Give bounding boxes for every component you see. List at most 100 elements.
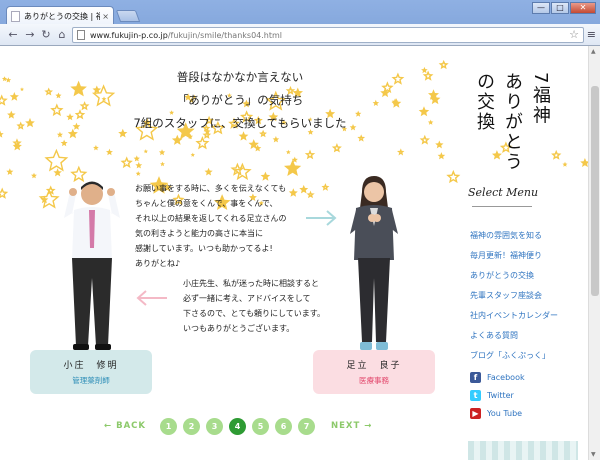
star-shape	[306, 190, 315, 199]
star-shape	[74, 109, 86, 120]
star-shape	[391, 98, 399, 105]
facebook-icon: f	[470, 371, 481, 383]
star-shape	[56, 131, 63, 138]
star-shape	[70, 80, 87, 97]
bookmark-star-icon[interactable]: ☆	[569, 28, 579, 42]
intro-line: 普段はなかなか言えない	[176, 70, 304, 84]
page-button[interactable]: 2	[182, 417, 200, 435]
star-shape	[50, 103, 64, 117]
star-shape	[25, 117, 35, 128]
forward-arrow-icon[interactable]: →	[23, 28, 37, 42]
star-shape	[391, 98, 402, 108]
star-shape	[143, 149, 148, 154]
facebook-link[interactable]: f Facebook	[470, 368, 525, 386]
staff-name: 小庄 修明	[63, 361, 119, 371]
pagination: ← BACK 1 2 3 4 5 6 7 NEXT →	[104, 416, 372, 436]
star-shape	[357, 134, 366, 142]
star-shape	[44, 87, 53, 96]
star-shape	[31, 172, 37, 179]
sidebar-item-events[interactable]: 社内イベントカレンダー	[470, 306, 558, 326]
title-line: 7福神	[530, 72, 551, 126]
star-shape	[66, 113, 74, 121]
star-shape	[7, 110, 16, 119]
star-shape	[133, 155, 140, 162]
star-shape	[435, 140, 444, 149]
browser-toolbar: ← → ↻ ⌂ www.fukujin-p.co.jp/fukujin/smil…	[0, 24, 600, 46]
minimize-button[interactable]: —	[532, 2, 550, 14]
youtube-icon: ▶	[470, 407, 481, 419]
scroll-thumb[interactable]	[591, 86, 599, 296]
star-shape	[0, 187, 9, 199]
message-line: いつもありがとうございます。	[183, 324, 295, 333]
star-shape	[427, 119, 434, 125]
star-shape	[1, 76, 8, 82]
star-shape	[437, 152, 446, 160]
star-shape	[418, 106, 430, 117]
star-shape	[419, 134, 430, 145]
star-shape	[53, 168, 62, 177]
scroll-down-icon[interactable]: ▼	[591, 451, 596, 458]
star-shape	[0, 130, 4, 138]
sidebar-item-newsletter[interactable]: 毎月更新！福神便り	[470, 246, 558, 266]
page-button-current[interactable]: 4	[228, 417, 246, 435]
star-shape	[40, 195, 49, 204]
maximize-button[interactable]: □	[551, 2, 569, 14]
browser-tab[interactable]: ありがとうの交換 | 福神調剤 ×	[6, 6, 114, 25]
star-shape	[372, 99, 380, 106]
twitter-link[interactable]: t Twitter	[470, 386, 525, 404]
new-tab-button[interactable]	[115, 10, 141, 22]
star-shape	[248, 139, 259, 149]
sidebar-item-roundtable[interactable]: 先輩スタッフ座談会	[470, 286, 558, 306]
star-shape	[12, 138, 22, 148]
back-arrow-icon[interactable]: ←	[6, 28, 20, 42]
message-line: 下さるので、とても頼りにしています。	[183, 309, 325, 318]
intro-text: 普段はなかなか言えない 「ありがとう」の気持ち 7組のスタッフに、交換してもらい…	[120, 66, 360, 135]
page-button[interactable]: 3	[205, 417, 223, 435]
star-shape	[92, 85, 102, 94]
intro-line: 「ありがとう」の気持ち	[176, 93, 304, 107]
page-button[interactable]: 1	[159, 417, 177, 435]
message-line: ちゃんと僕の意をくんで、事をくんで、	[135, 199, 278, 208]
browser-chrome: ありがとうの交換 | 福神調剤 × — □ ✕ ← → ↻ ⌂ www.fuku…	[0, 0, 600, 46]
window-close-button[interactable]: ✕	[570, 2, 596, 14]
star-shape	[60, 139, 68, 147]
back-link[interactable]: ← BACK	[104, 421, 146, 431]
sidebar-item-faq[interactable]: よくある質問	[470, 326, 558, 346]
star-shape	[446, 169, 461, 184]
message-line: お願い事をする時に、多くを伝えなくても	[135, 184, 287, 193]
star-shape	[230, 162, 245, 176]
sidebar-banner	[468, 441, 578, 460]
page-button[interactable]: 6	[274, 417, 292, 435]
staff-role: 医療事務	[359, 376, 389, 385]
message-line: 必ず一緒に考え、アドバイスをして	[183, 294, 311, 303]
star-shape	[0, 94, 8, 106]
page-scrollbar[interactable]: ▲ ▼	[588, 46, 600, 460]
star-shape	[284, 159, 302, 176]
home-icon[interactable]: ⌂	[55, 28, 69, 42]
star-shape	[44, 148, 69, 172]
message-line: それ以上の結果を返してくれる足立さんの	[135, 214, 287, 223]
sidebar-item-atmosphere[interactable]: 福神の雰囲気を知る	[470, 226, 558, 246]
address-bar[interactable]: www.fukujin-p.co.jp/fukujin/smile/thanks…	[72, 27, 584, 43]
reload-icon[interactable]: ↻	[39, 28, 53, 42]
next-link[interactable]: NEXT →	[331, 421, 372, 431]
star-shape	[381, 81, 394, 94]
tab-title: ありがとうの交換 | 福神調剤	[24, 11, 101, 21]
star-shape	[20, 87, 24, 92]
menu-icon[interactable]: ≡	[587, 28, 596, 42]
tab-strip: ありがとうの交換 | 福神調剤 × — □ ✕	[0, 0, 600, 25]
star-shape	[135, 161, 143, 169]
star-shape	[286, 149, 291, 155]
intro-line: 7組のスタッフに、交換してもらいました	[133, 116, 347, 130]
sidebar-item-thanks[interactable]: ありがとうの交換	[470, 266, 558, 286]
star-shape	[438, 59, 449, 70]
youtube-link[interactable]: ▶ You Tube	[470, 404, 525, 422]
star-shape	[72, 122, 81, 130]
page-button[interactable]: 5	[251, 417, 269, 435]
page-button[interactable]: 7	[297, 417, 315, 435]
staff-name: 足立 良子	[346, 361, 402, 371]
scroll-up-icon[interactable]: ▲	[591, 48, 596, 55]
star-shape	[93, 145, 99, 151]
tab-close-icon[interactable]: ×	[102, 12, 109, 21]
sidebar-item-blog[interactable]: ブログ「ふくぷっく」	[470, 346, 558, 366]
